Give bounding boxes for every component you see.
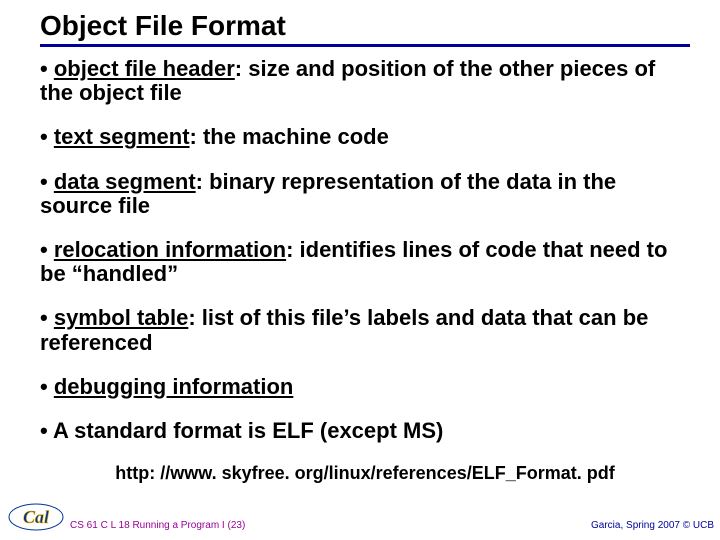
slide-title: Object File Format: [40, 10, 690, 47]
bullet-term: debugging information: [54, 374, 294, 399]
bullet-rest: : the machine code: [190, 124, 389, 149]
bullet-rest: A standard format is ELF (except MS): [53, 418, 443, 443]
bullet-list: • object file header: size and position …: [40, 57, 690, 443]
bullet-item: • debugging information: [40, 375, 690, 399]
bullet-term: data segment: [54, 169, 196, 194]
footer-right-text: Garcia, Spring 2007 © UCB: [591, 520, 714, 531]
footer-left-text: CS 61 C L 18 Running a Program I (23): [70, 520, 245, 531]
cal-logo-icon: Cal: [8, 502, 64, 532]
reference-url: http: //www. skyfree. org/linux/referenc…: [40, 463, 690, 484]
bullet-marker: •: [40, 237, 54, 262]
bullet-item: • symbol table: list of this file’s labe…: [40, 306, 690, 354]
bullet-item: • text segment: the machine code: [40, 125, 690, 149]
svg-text:Cal: Cal: [23, 507, 49, 527]
bullet-item: • A standard format is ELF (except MS): [40, 419, 690, 443]
bullet-marker: •: [40, 305, 54, 330]
bullet-term: object file header: [54, 56, 235, 81]
bullet-item: • object file header: size and position …: [40, 57, 690, 105]
bullet-item: • relocation information: identifies lin…: [40, 238, 690, 286]
bullet-marker: •: [40, 374, 54, 399]
bullet-marker: •: [40, 418, 53, 443]
bullet-term: relocation information: [54, 237, 286, 262]
footer: Cal CS 61 C L 18 Running a Program I (23…: [0, 504, 720, 534]
bullet-marker: •: [40, 169, 54, 194]
bullet-item: • data segment: binary representation of…: [40, 170, 690, 218]
bullet-marker: •: [40, 124, 54, 149]
bullet-term: text segment: [54, 124, 190, 149]
bullet-term: symbol table: [54, 305, 188, 330]
bullet-marker: •: [40, 56, 54, 81]
